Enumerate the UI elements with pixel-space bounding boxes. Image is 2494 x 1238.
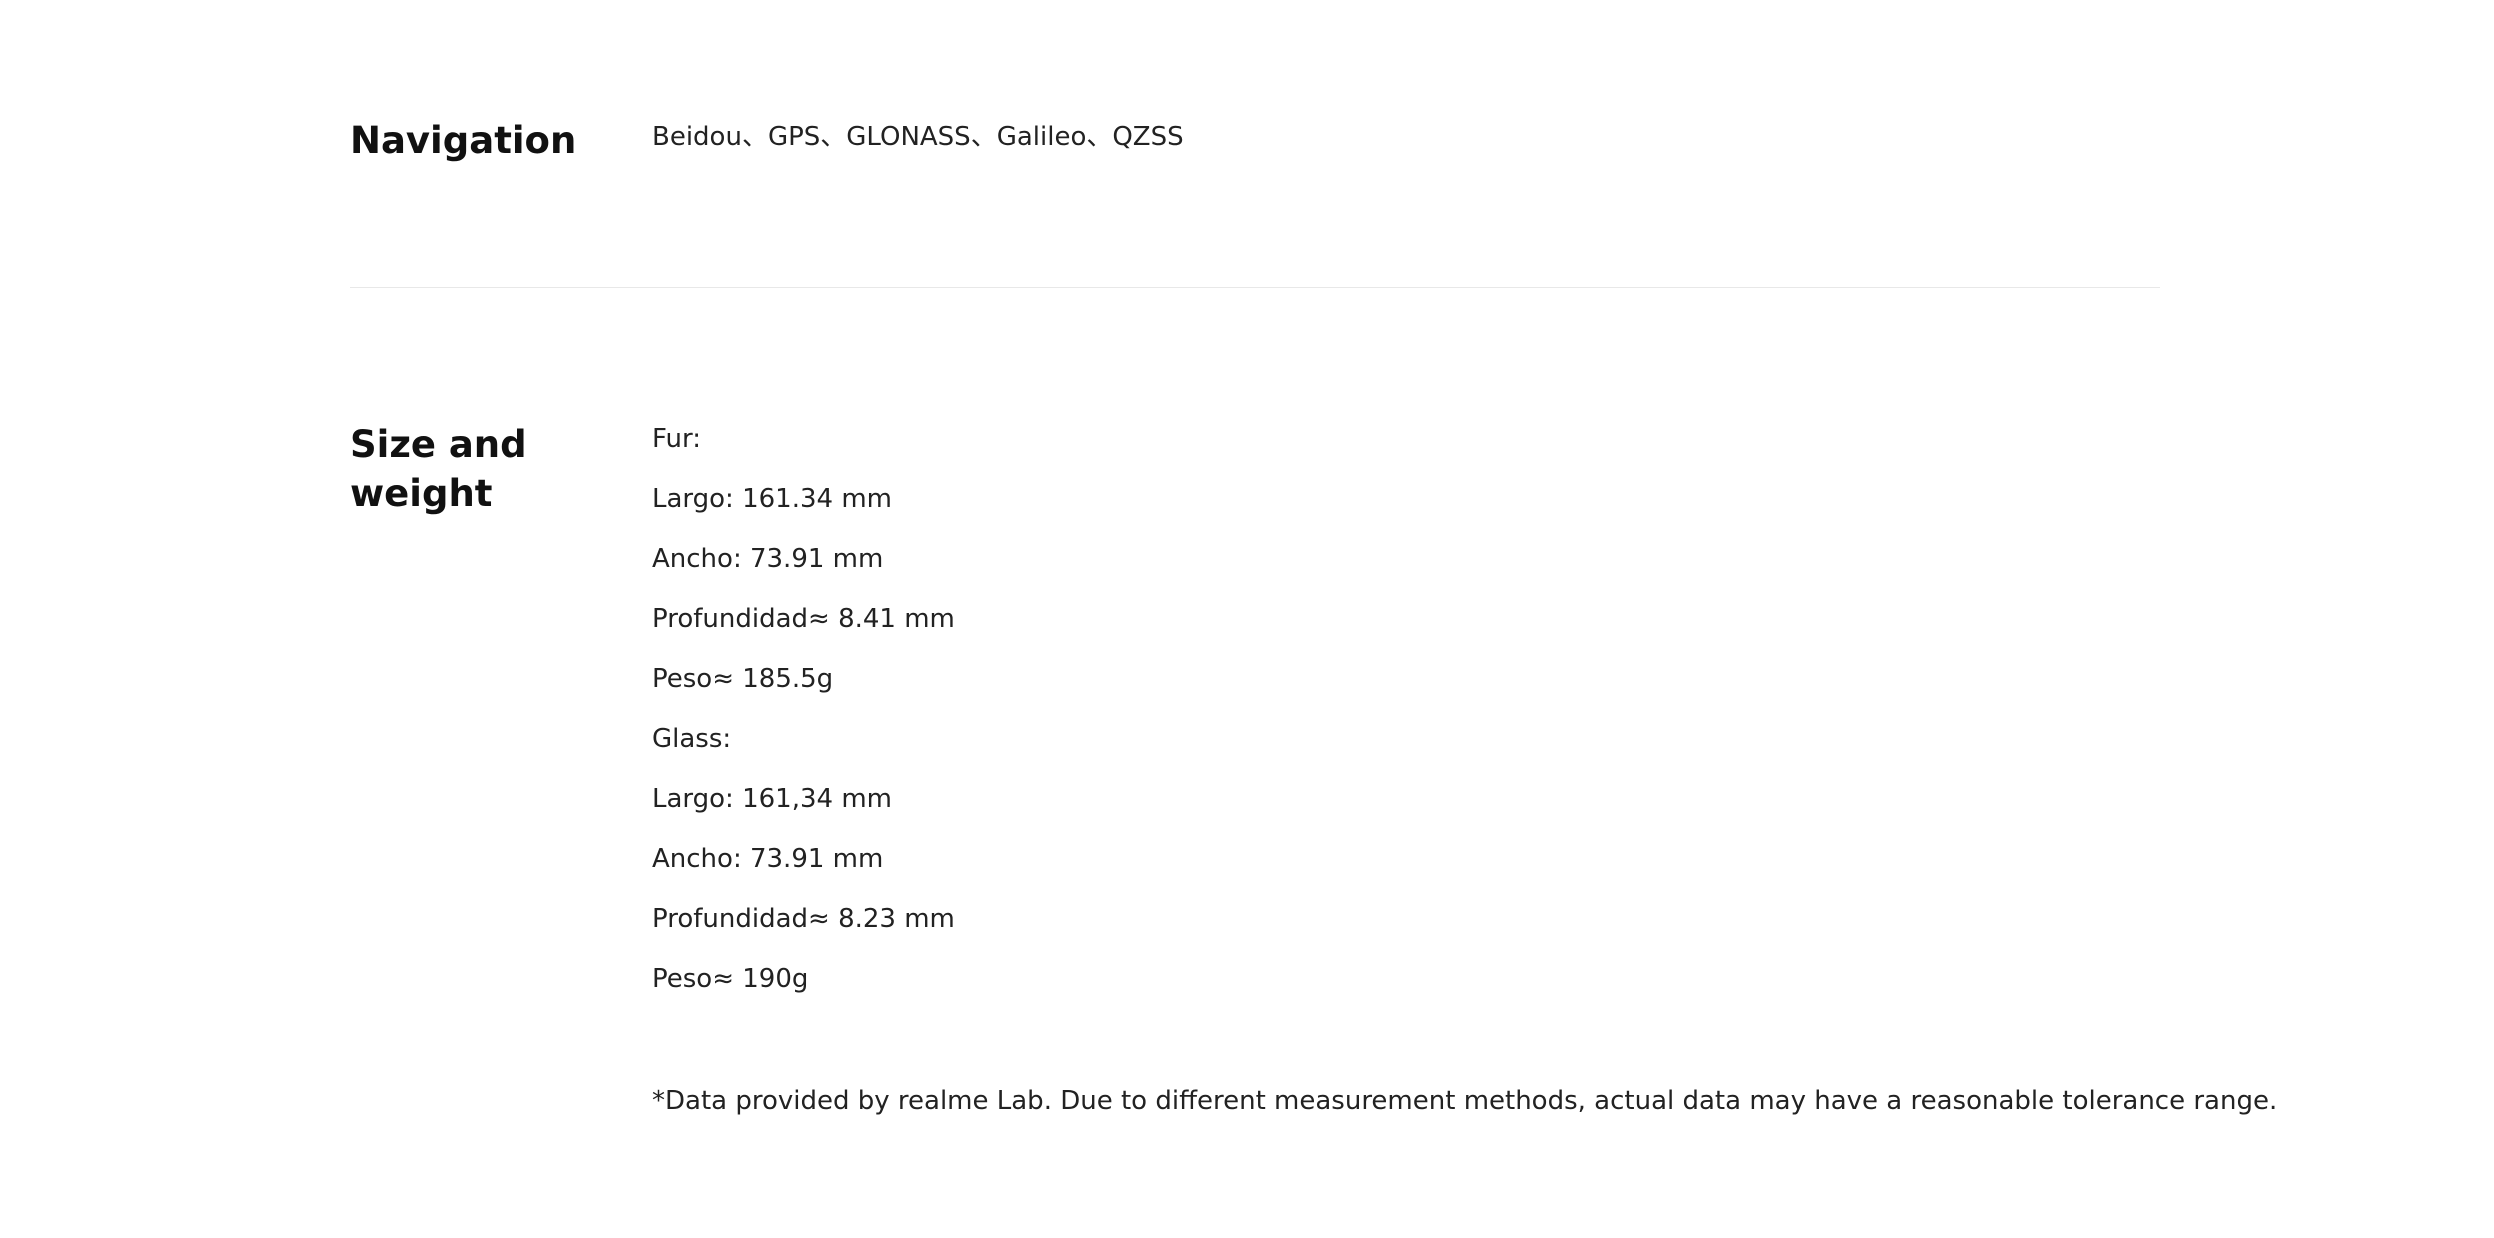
- size-weight-title: Size and weight: [350, 420, 590, 518]
- spec-item-fur-length: Largo: 161.34 mm: [652, 484, 892, 514]
- size-weight-title-line2: weight: [350, 472, 493, 515]
- section-divider: [350, 287, 2160, 288]
- spec-item-glass-width: Ancho: 73.91 mm: [652, 844, 884, 874]
- size-weight-values: Fur: Largo: 161.34 mm Ancho: 73.91 mm Pr…: [652, 422, 955, 1022]
- spec-item-glass-depth: Profundidad≈ 8.23 mm: [652, 904, 955, 934]
- spec-item-fur-label: Fur:: [652, 424, 702, 454]
- navigation-values: Beidou、GPS、GLONASS、Galileo、QZSS: [652, 120, 1184, 154]
- navigation-value: Beidou、GPS、GLONASS、Galileo、QZSS: [652, 122, 1184, 152]
- spec-item-fur-weight: Peso≈ 185.5g: [652, 664, 834, 694]
- spec-item-glass-length: Largo: 161,34 mm: [652, 784, 892, 814]
- navigation-title: Navigation: [350, 119, 577, 162]
- data-disclaimer-note: *Data provided by realme Lab. Due to dif…: [652, 1086, 2278, 1116]
- spec-item-fur-depth: Profundidad≈ 8.41 mm: [652, 604, 955, 634]
- spec-item-glass-weight: Peso≈ 190g: [652, 964, 809, 994]
- size-weight-title-line1: Size and: [350, 423, 527, 466]
- spec-item-glass-label: Glass:: [652, 724, 732, 754]
- spec-item-fur-width: Ancho: 73.91 mm: [652, 544, 884, 574]
